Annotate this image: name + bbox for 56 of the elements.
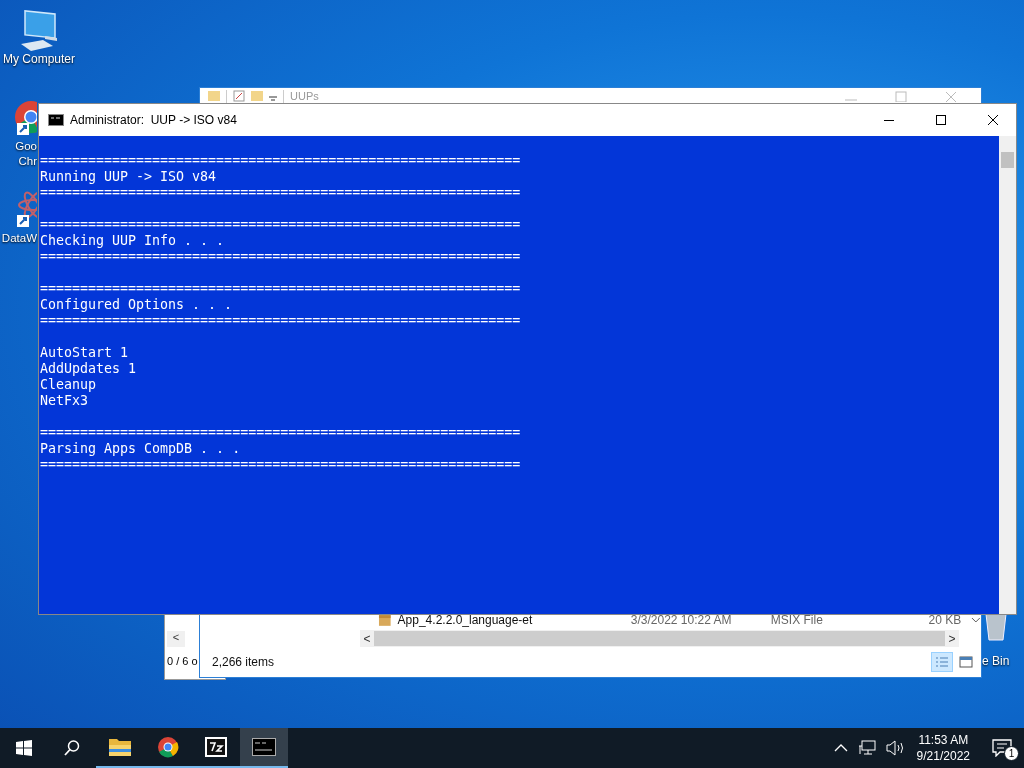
console-line: ============================================================: [40, 185, 522, 201]
notification-badge: 1: [1004, 746, 1019, 761]
console-line: ============================================================: [40, 249, 522, 265]
icon-label: My Computer: [3, 52, 75, 67]
window-title: Administrator: UUP -> ISO v84: [70, 113, 237, 127]
scrollbar-thumb[interactable]: [1001, 152, 1014, 168]
clock-date: 9/21/2022: [916, 748, 970, 764]
console-line: Running UUP -> ISO v84: [40, 169, 218, 185]
volume-icon[interactable]: [885, 740, 906, 756]
console-icon: [252, 738, 276, 756]
taskbar-app-button[interactable]: [240, 728, 288, 768]
folder-icon: [208, 90, 220, 102]
maximize-icon[interactable]: [935, 114, 947, 126]
console-line: AutoStart 1: [40, 345, 130, 361]
console-line: ============================================================: [40, 425, 522, 441]
network-icon[interactable]: [857, 740, 876, 756]
console-line: Checking UUP Info . . .: [40, 233, 226, 249]
file-date: 3/3/2022 10:22 AM: [630, 613, 733, 627]
scrollbar-thumb[interactable]: [374, 631, 945, 646]
window-title: UUPs: [290, 90, 319, 102]
icon-label: e Bin: [982, 654, 1010, 668]
console-line: ============================================================: [40, 457, 522, 473]
properties-icon[interactable]: [233, 90, 245, 102]
chrome-icon: [157, 736, 179, 758]
status-text: 2,266 items: [212, 655, 275, 669]
console-line: ============================================================: [40, 313, 522, 329]
file-size: 20 KB: [927, 613, 962, 627]
scroll-left-button[interactable]: <: [167, 631, 185, 647]
scroll-right-button[interactable]: >: [945, 631, 959, 646]
status-text: 0 / 6 o: [167, 655, 198, 667]
console-line: ============================================================: [40, 281, 522, 297]
console-line: Parsing Apps CompDB . . .: [40, 441, 242, 457]
console-line: ============================================================: [40, 217, 522, 233]
console-line: ============================================================: [40, 153, 522, 169]
console-line: Cleanup: [40, 377, 98, 393]
clock-time: 11:53 AM: [918, 732, 969, 748]
file-type: MSIX File: [770, 613, 824, 627]
package-icon: [378, 613, 392, 627]
console-line: AddUpdates 1: [40, 361, 138, 377]
search-icon: [63, 739, 81, 757]
console-icon: [48, 114, 64, 126]
archive-icon: [205, 737, 227, 757]
notifications-icon[interactable]: [992, 739, 1012, 757]
console-line: Configured Options . . .: [40, 297, 234, 313]
clock[interactable]: 11:53 AM 9/21/2022: [916, 732, 970, 764]
icon-label: Goo: [15, 139, 37, 154]
console-line: NetFx3: [40, 393, 90, 409]
scroll-down-icon[interactable]: [971, 616, 981, 624]
windows-logo-icon: [16, 740, 32, 756]
scroll-left-button[interactable]: <: [360, 631, 374, 646]
file-name[interactable]: App_4.2.2.0_language-et: [397, 613, 625, 627]
folder-icon: [108, 737, 132, 757]
show-hidden-icons-icon[interactable]: [833, 743, 848, 753]
close-icon[interactable]: [987, 114, 999, 126]
icon-label: Chr: [18, 154, 37, 169]
icon-label: DataW: [1, 231, 37, 246]
